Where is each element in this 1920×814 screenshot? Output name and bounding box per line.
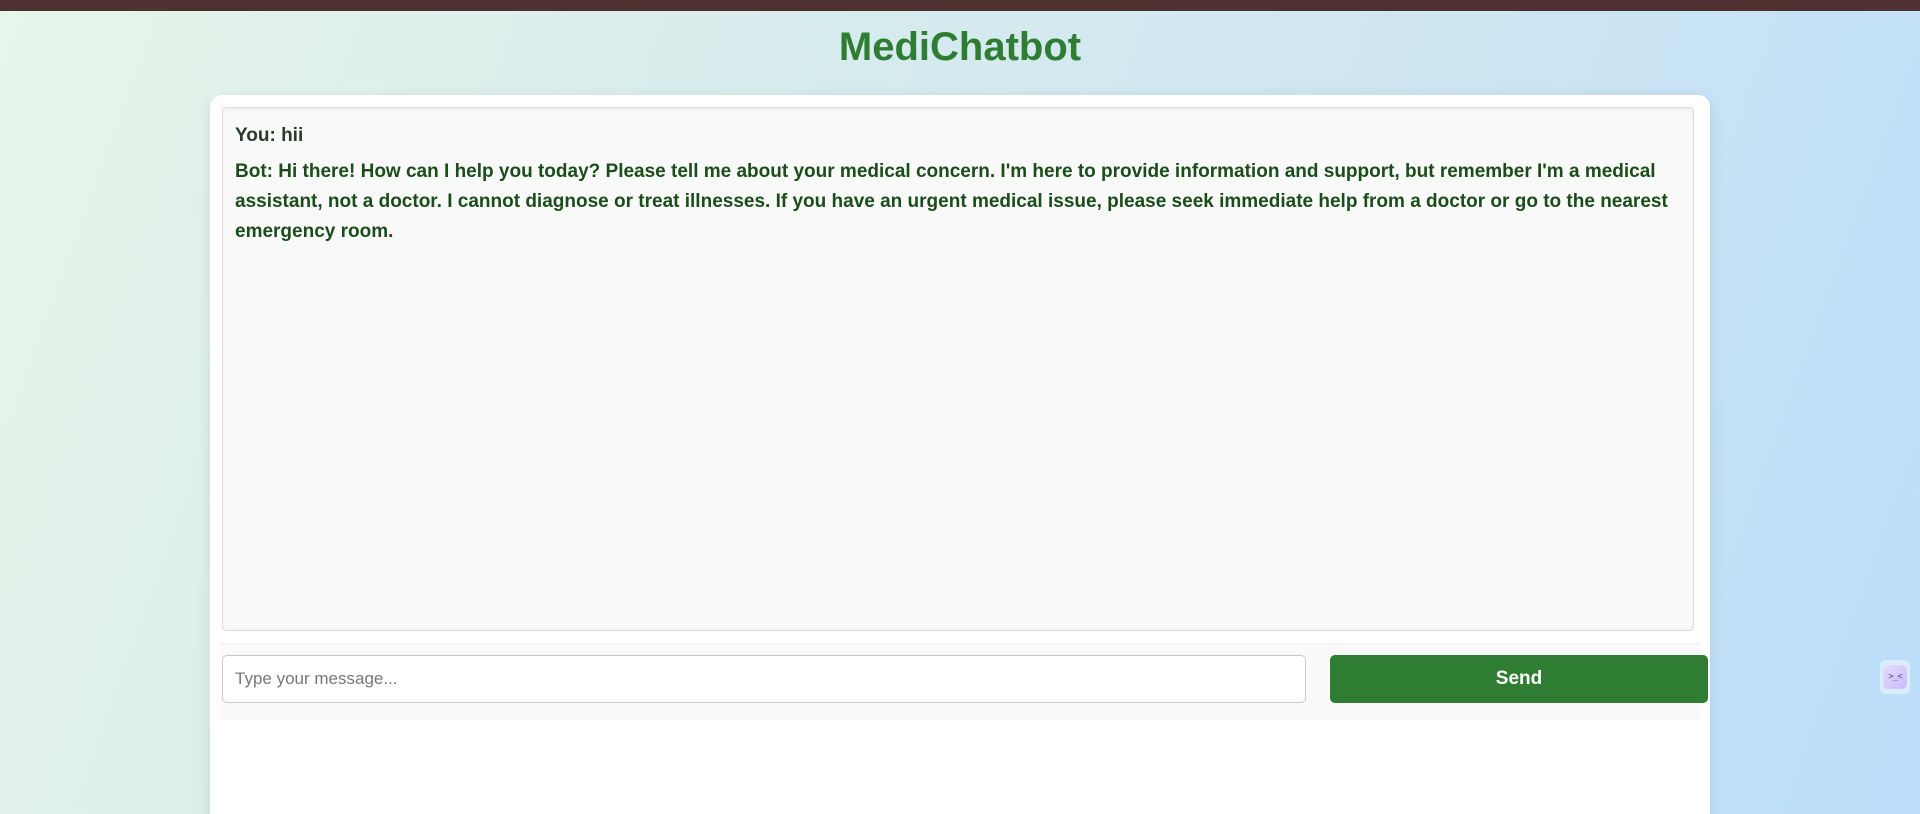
assistant-widget-button[interactable]: >_< (1880, 660, 1910, 694)
send-button[interactable]: Send (1330, 655, 1708, 703)
message-input[interactable] (222, 655, 1306, 703)
chat-log[interactable]: You: hii Bot: Hi there! How can I help y… (222, 107, 1694, 631)
top-strip (0, 0, 1920, 11)
bot-message: Bot: Hi there! How can I help you today?… (235, 161, 1668, 242)
page-title: MediChatbot (838, 25, 1082, 69)
chat-container: You: hii Bot: Hi there! How can I help y… (210, 95, 1710, 814)
user-message: You: hii (235, 125, 304, 146)
assistant-face-icon: >_< (1883, 665, 1907, 689)
input-area: Send (220, 643, 1708, 720)
